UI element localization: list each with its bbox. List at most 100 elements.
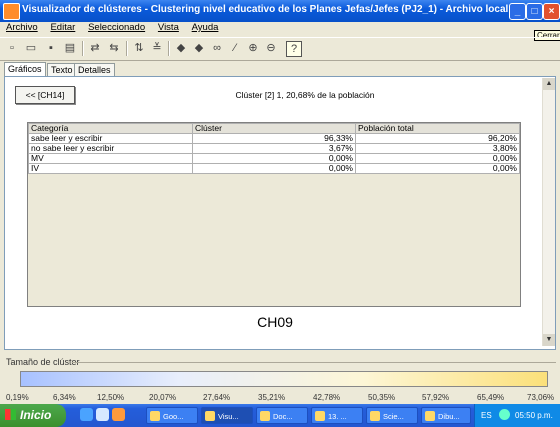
- menu-editar[interactable]: Editar: [50, 22, 75, 33]
- table: Categoría Clúster Población total sabe l…: [28, 123, 520, 174]
- system-tray: ES 05:50 p.m.: [474, 404, 560, 427]
- tick-label: 27,64%: [203, 393, 231, 402]
- undo-icon[interactable]: ⇆: [107, 41, 121, 55]
- forward-icon[interactable]: ◆: [192, 41, 206, 55]
- filter-icon[interactable]: ≚: [150, 41, 164, 55]
- tab-texto[interactable]: Texto: [47, 63, 77, 77]
- menu-vista[interactable]: Vista: [158, 22, 179, 33]
- task-item[interactable]: Visu...: [201, 407, 253, 424]
- scroll-up-icon[interactable]: ▲: [543, 78, 555, 90]
- wand-icon[interactable]: ⁄: [228, 41, 242, 55]
- cluster-size-gradient: [20, 371, 548, 387]
- tick-label: 20,07%: [149, 393, 177, 402]
- save-icon[interactable]: ▪: [44, 41, 58, 55]
- toolbar: ▫ ▭ ▪ ▤ ⇄ ⇆ ⇅ ≚ ◆ ◆ ∞ ⁄ ⊕ ⊖ ?: [0, 37, 560, 61]
- task-label: Scie...: [383, 412, 404, 421]
- app-icon: [150, 411, 160, 421]
- column-header[interactable]: Clúster: [192, 123, 356, 134]
- app-icon: [315, 411, 325, 421]
- task-label: Dibu...: [438, 412, 460, 421]
- task-label: Goo...: [163, 412, 184, 421]
- task-item[interactable]: Dibu...: [421, 407, 471, 424]
- redo-icon[interactable]: ⇄: [88, 41, 102, 55]
- title-bar: Visualizador de clústeres - Clustering n…: [0, 0, 560, 22]
- task-label: Visu...: [218, 412, 239, 421]
- tab-detalles[interactable]: Detalles: [74, 63, 115, 77]
- node-code: CH09: [257, 314, 293, 330]
- start-button[interactable]: Inicio: [0, 404, 66, 427]
- zoom-in-icon[interactable]: ⊕: [246, 41, 260, 55]
- back-icon[interactable]: ◆: [174, 41, 188, 55]
- sort-icon[interactable]: ⇅: [132, 41, 146, 55]
- app-icon: [260, 411, 270, 421]
- print-icon[interactable]: ▤: [63, 41, 77, 55]
- category-cell: MV: [28, 153, 193, 164]
- app-icon: [3, 3, 20, 20]
- browser-quicklaunch-icon[interactable]: [80, 408, 93, 421]
- cluster-size-label: Tamaño de clúster: [6, 357, 80, 367]
- category-cell: IV: [28, 163, 193, 174]
- tick-label: 65,49%: [477, 393, 505, 402]
- column-header[interactable]: Categoría: [28, 123, 193, 134]
- cluster-info: Clúster [2] 1, 20,68% de la población: [235, 90, 375, 100]
- population-cell: 3,80%: [355, 143, 520, 154]
- network-icon[interactable]: [499, 409, 510, 420]
- menu-seleccionado[interactable]: Seleccionado: [88, 22, 145, 33]
- new-icon[interactable]: ▫: [5, 41, 19, 55]
- population-cell: 96,20%: [355, 133, 520, 144]
- menu-ayuda[interactable]: Ayuda: [192, 22, 219, 33]
- tick-label: 57,92%: [422, 393, 450, 402]
- cluster-cell: 0,00%: [192, 153, 356, 164]
- menu-archivo[interactable]: Archivo: [6, 22, 38, 33]
- open-icon[interactable]: ▭: [24, 41, 38, 55]
- category-cell: sabe leer y escribir: [28, 133, 193, 144]
- start-label: Inicio: [20, 408, 52, 422]
- table-row: IV 0,00% 0,00%: [28, 163, 520, 174]
- back-to-parent-button[interactable]: << [CH14]: [15, 86, 75, 104]
- language-indicator[interactable]: ES: [481, 411, 492, 420]
- column-header[interactable]: Población total: [355, 123, 520, 134]
- tab-graficos[interactable]: Gráficos: [4, 62, 46, 77]
- maximize-button[interactable]: □: [526, 3, 543, 20]
- table-row: sabe leer y escribir 96,33% 96,20%: [28, 133, 520, 144]
- app-icon: [370, 411, 380, 421]
- tick-label: 50,35%: [368, 393, 396, 402]
- tick-label: 0,19%: [6, 393, 29, 402]
- window-title: Visualizador de clústeres - Clustering n…: [22, 4, 512, 15]
- windows-logo-icon: [5, 409, 16, 420]
- vertical-scrollbar[interactable]: ▲ ▼: [542, 78, 555, 346]
- app-icon: [205, 411, 215, 421]
- close-button[interactable]: ×: [543, 3, 560, 20]
- help-icon[interactable]: ?: [286, 41, 302, 57]
- divider: [72, 362, 556, 363]
- task-label: Doc...: [273, 412, 293, 421]
- desktop-quicklaunch-icon[interactable]: [96, 408, 109, 421]
- task-item[interactable]: Goo...: [146, 407, 198, 424]
- population-cell: 0,00%: [355, 153, 520, 164]
- task-item[interactable]: Doc...: [256, 407, 308, 424]
- cluster-cell: 3,67%: [192, 143, 356, 154]
- tick-label: 6,34%: [53, 393, 76, 402]
- scroll-down-icon[interactable]: ▼: [543, 334, 555, 346]
- minimize-button[interactable]: _: [509, 3, 526, 20]
- tick-label: 73,06%: [527, 393, 555, 402]
- category-cell: no sabe leer y escribir: [28, 143, 193, 154]
- tick-label: 35,21%: [258, 393, 286, 402]
- binoculars-icon[interactable]: ∞: [210, 41, 224, 55]
- population-cell: 0,00%: [355, 163, 520, 174]
- cluster-cell: 96,33%: [192, 133, 356, 144]
- tick-label: 12,50%: [97, 393, 125, 402]
- zoom-out-icon[interactable]: ⊖: [264, 41, 278, 55]
- category-table: Categoría Clúster Población total sabe l…: [27, 122, 521, 307]
- tick-label: 42,78%: [313, 393, 341, 402]
- task-item[interactable]: 13. ...: [311, 407, 363, 424]
- table-row: MV 0,00% 0,00%: [28, 153, 520, 164]
- toolbar-separator: [126, 41, 128, 56]
- clock: 05:50 p.m.: [515, 411, 553, 420]
- task-label: 13. ...: [328, 412, 347, 421]
- table-row: no sabe leer y escribir 3,67% 3,80%: [28, 143, 520, 154]
- firefox-quicklaunch-icon[interactable]: [112, 408, 125, 421]
- menu-bar: Archivo Editar Seleccionado Vista Ayuda: [0, 22, 560, 37]
- toolbar-separator: [82, 41, 84, 56]
- task-item[interactable]: Scie...: [366, 407, 418, 424]
